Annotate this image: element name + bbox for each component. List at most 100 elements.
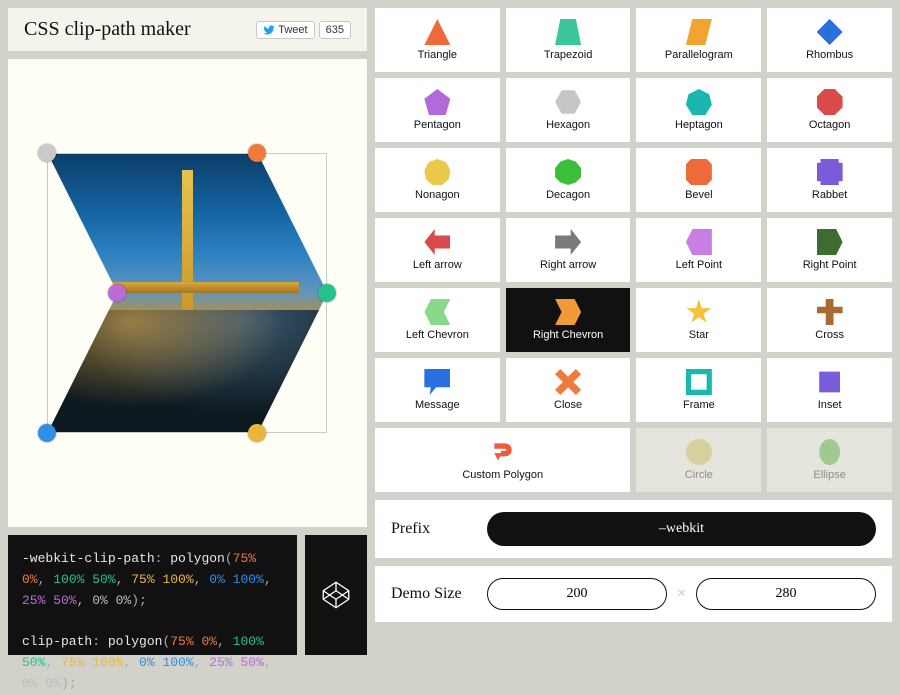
demo-size-row: Demo Size × bbox=[375, 566, 892, 622]
shape-decagon[interactable]: Decagon bbox=[506, 148, 631, 212]
handle-0[interactable] bbox=[248, 144, 266, 162]
size-separator: × bbox=[677, 585, 686, 603]
shape-label: Rhombus bbox=[806, 49, 853, 61]
demo-width-input[interactable] bbox=[487, 578, 667, 610]
tweet-button[interactable]: Tweet bbox=[256, 21, 314, 39]
codepen-icon bbox=[319, 578, 353, 612]
shape-right-arrow[interactable]: Right arrow bbox=[506, 218, 631, 282]
shape-label: Parallelogram bbox=[665, 49, 733, 61]
shape-label: Nonagon bbox=[415, 189, 460, 201]
shape-frame[interactable]: Frame bbox=[636, 358, 761, 422]
shape-pentagon[interactable]: Pentagon bbox=[375, 78, 500, 142]
shape-label: Right arrow bbox=[540, 259, 596, 271]
custom-polygon-icon bbox=[490, 439, 516, 465]
export-codepen-button[interactable] bbox=[305, 535, 367, 655]
left-arrow-icon bbox=[424, 229, 450, 255]
shape-label: Pentagon bbox=[414, 119, 461, 131]
shape-close[interactable]: Close bbox=[506, 358, 631, 422]
shape-label: Message bbox=[415, 399, 460, 411]
shape-left-arrow[interactable]: Left arrow bbox=[375, 218, 500, 282]
shape-custom-polygon[interactable]: Custom Polygon bbox=[375, 428, 631, 492]
shape-heptagon[interactable]: Heptagon bbox=[636, 78, 761, 142]
shape-rhombus[interactable]: Rhombus bbox=[767, 8, 892, 72]
shape-label: Bevel bbox=[685, 189, 713, 201]
rabbet-icon bbox=[817, 159, 843, 185]
prefix-label: Prefix bbox=[391, 520, 471, 538]
shape-trapezoid[interactable]: Trapezoid bbox=[506, 8, 631, 72]
circle-icon bbox=[686, 439, 712, 465]
demo-size-label: Demo Size bbox=[391, 585, 471, 603]
shape-label: Left Chevron bbox=[406, 329, 469, 341]
bevel-icon bbox=[686, 159, 712, 185]
shape-left-point[interactable]: Left Point bbox=[636, 218, 761, 282]
right-arrow-icon bbox=[555, 229, 581, 255]
shape-hexagon[interactable]: Hexagon bbox=[506, 78, 631, 142]
shape-label: Rabbet bbox=[812, 189, 847, 201]
shape-right-chevron[interactable]: Right Chevron bbox=[506, 288, 631, 352]
shape-label: Frame bbox=[683, 399, 715, 411]
tweet-count: 635 bbox=[319, 21, 351, 39]
shape-label: Close bbox=[554, 399, 582, 411]
code-output[interactable]: -webkit-clip-path: polygon(75% 0%, 100% … bbox=[8, 535, 297, 655]
shape-label: Circle bbox=[685, 469, 713, 481]
heptagon-icon bbox=[686, 89, 712, 115]
shape-label: Left arrow bbox=[413, 259, 462, 271]
shape-bevel[interactable]: Bevel bbox=[636, 148, 761, 212]
page-title: CSS clip-path maker bbox=[24, 18, 191, 41]
shape-ellipse: Ellipse bbox=[767, 428, 892, 492]
shape-right-point[interactable]: Right Point bbox=[767, 218, 892, 282]
handle-2[interactable] bbox=[248, 424, 266, 442]
decagon-icon bbox=[555, 159, 581, 185]
shape-label: Right Chevron bbox=[533, 329, 603, 341]
handle-3[interactable] bbox=[38, 424, 56, 442]
star-icon bbox=[686, 299, 712, 325]
shape-star[interactable]: Star bbox=[636, 288, 761, 352]
right-chevron-icon bbox=[555, 299, 581, 325]
handle-1[interactable] bbox=[318, 284, 336, 302]
shape-label: Inset bbox=[818, 399, 842, 411]
shape-cross[interactable]: Cross bbox=[767, 288, 892, 352]
message-icon bbox=[424, 369, 450, 395]
tweet-label: Tweet bbox=[278, 24, 307, 36]
shape-label: Left Point bbox=[676, 259, 722, 271]
clip-canvas[interactable] bbox=[8, 59, 367, 527]
shape-octagon[interactable]: Octagon bbox=[767, 78, 892, 142]
shape-label: Heptagon bbox=[675, 119, 723, 131]
prefix-row: Prefix –webkit bbox=[375, 500, 892, 558]
parallelogram-icon bbox=[686, 19, 712, 45]
shape-triangle[interactable]: Triangle bbox=[375, 8, 500, 72]
pentagon-icon bbox=[424, 89, 450, 115]
rhombus-icon bbox=[817, 19, 843, 45]
left-chevron-icon bbox=[424, 299, 450, 325]
clip-stage[interactable] bbox=[47, 153, 327, 433]
inset-icon bbox=[817, 369, 843, 395]
shape-label: Star bbox=[689, 329, 709, 341]
right-point-icon bbox=[817, 229, 843, 255]
shape-label: Octagon bbox=[809, 119, 851, 131]
shape-parallelogram[interactable]: Parallelogram bbox=[636, 8, 761, 72]
shape-nonagon[interactable]: Nonagon bbox=[375, 148, 500, 212]
shape-label: Custom Polygon bbox=[462, 469, 543, 481]
shape-inset[interactable]: Inset bbox=[767, 358, 892, 422]
twitter-icon bbox=[263, 24, 275, 36]
shape-label: Trapezoid bbox=[544, 49, 593, 61]
close-icon bbox=[555, 369, 581, 395]
octagon-icon bbox=[817, 89, 843, 115]
shape-label: Hexagon bbox=[546, 119, 590, 131]
shape-label: Ellipse bbox=[813, 469, 845, 481]
demo-height-input[interactable] bbox=[696, 578, 876, 610]
nonagon-icon bbox=[424, 159, 450, 185]
tweet-widget: Tweet 635 bbox=[256, 21, 351, 39]
shape-label: Cross bbox=[815, 329, 844, 341]
shape-rabbet[interactable]: Rabbet bbox=[767, 148, 892, 212]
hexagon-icon bbox=[555, 89, 581, 115]
frame-icon bbox=[686, 369, 712, 395]
shape-circle: Circle bbox=[636, 428, 761, 492]
shape-message[interactable]: Message bbox=[375, 358, 500, 422]
shape-grid: Triangle Trapezoid Parallelogram Rhombus Pen… bbox=[375, 8, 892, 492]
shape-label: Triangle bbox=[418, 49, 457, 61]
prefix-toggle[interactable]: –webkit bbox=[487, 512, 876, 546]
cross-icon bbox=[817, 299, 843, 325]
ellipse-icon bbox=[817, 439, 843, 465]
shape-left-chevron[interactable]: Left Chevron bbox=[375, 288, 500, 352]
